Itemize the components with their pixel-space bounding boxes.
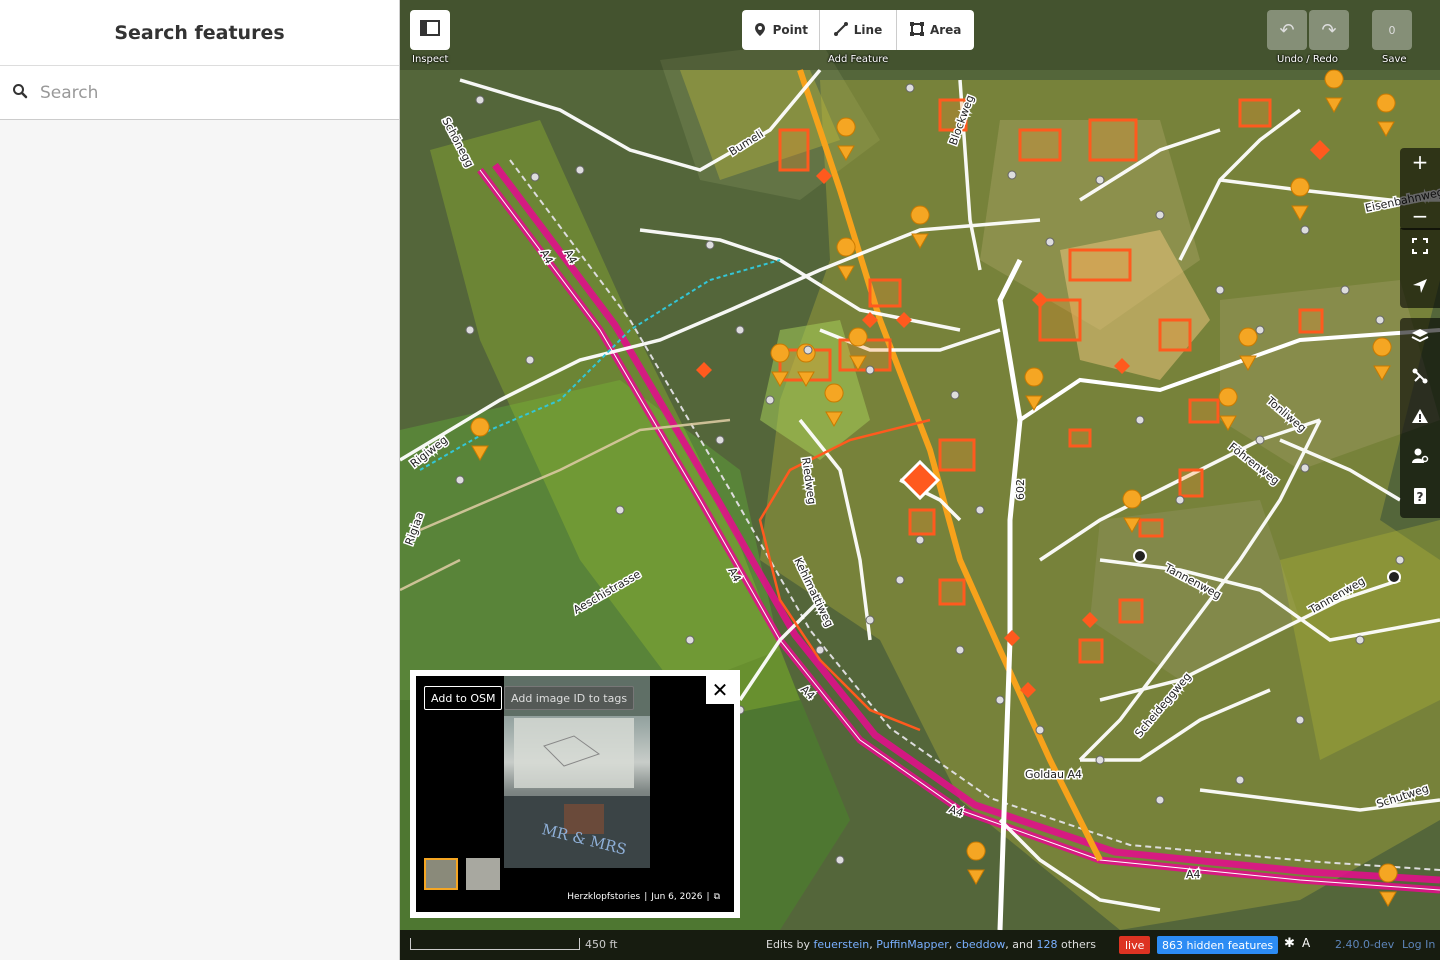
sidebar-toggle-icon <box>420 20 440 40</box>
issues-panel-button[interactable] <box>1400 398 1440 438</box>
version-link[interactable]: 2.40.0-dev <box>1335 938 1394 951</box>
photo-thumbnail[interactable] <box>466 858 500 890</box>
save-count: 0 <box>1388 23 1396 37</box>
attribution: Edits by feuerstein, PuffinMapper, cbedd… <box>766 938 1097 951</box>
user-gear-icon <box>1411 447 1429 469</box>
point-icon <box>753 22 767 39</box>
sidebar-title: Search features <box>114 21 285 44</box>
others-text: others <box>1061 938 1097 951</box>
line-icon <box>833 21 848 39</box>
background-panel-button[interactable] <box>1400 318 1440 358</box>
zoom-in-icon[interactable]: + <box>1412 150 1429 174</box>
add-feature-group: Point Line Area <box>742 10 974 50</box>
hidden-features-badge[interactable]: 863 hidden features <box>1157 936 1279 954</box>
others-count-link[interactable]: 128 <box>1037 938 1058 951</box>
edits-prefix: Edits by <box>766 938 811 951</box>
svg-text:?: ? <box>1417 490 1424 504</box>
photo-date: Jun 6, 2026 <box>651 892 703 902</box>
inspect-button[interactable] <box>410 10 450 50</box>
photo-author[interactable]: Herzklopfstories <box>567 892 640 902</box>
preferences-panel-button[interactable] <box>1400 438 1440 478</box>
live-badge[interactable]: live <box>1119 936 1151 954</box>
scale-bar[interactable] <box>410 938 580 950</box>
photo-thumbnail-active[interactable] <box>424 858 458 890</box>
sidebar: Search features <box>0 0 400 960</box>
line-label: Line <box>853 23 883 37</box>
point-label: Point <box>772 23 809 37</box>
area-label: Area <box>929 23 962 37</box>
editor-link-2[interactable]: PuffinMapper <box>876 938 949 951</box>
add-point-button[interactable]: Point <box>742 10 820 50</box>
road-label-602: 602 <box>1014 479 1027 500</box>
photo-viewer-inner: MR & MRS Add to OSM Add image ID to tags… <box>416 676 734 912</box>
editor-link-1[interactable]: feuerstein <box>814 938 870 951</box>
external-link-icon[interactable]: ⧉ <box>714 892 720 902</box>
save-label: Save <box>1382 54 1407 65</box>
add-to-osm-button[interactable]: Add to OSM <box>424 686 503 710</box>
search-row <box>0 66 399 120</box>
warning-icon <box>1411 407 1429 429</box>
scale-label: 450 ft <box>585 938 618 951</box>
footer-bar: 450 ft Edits by feuerstein, PuffinMapper… <box>400 930 1440 960</box>
add-image-id-button[interactable]: Add image ID to tags <box>504 686 635 710</box>
add-line-button[interactable]: Line <box>820 10 898 50</box>
search-input[interactable] <box>40 82 370 103</box>
add-feature-label: Add Feature <box>828 54 889 65</box>
search-icon <box>12 83 28 103</box>
undo-redo-label: Undo / Redo <box>1277 54 1338 65</box>
zoom-to-selection-button[interactable] <box>1400 228 1440 268</box>
layers-icon <box>1411 327 1429 349</box>
login-link[interactable]: Log In <box>1402 938 1435 951</box>
area-icon <box>909 21 924 39</box>
add-area-button[interactable]: Area <box>897 10 974 50</box>
undo-icon: ↶ <box>1279 19 1295 41</box>
translate-icon[interactable]: A <box>1302 936 1310 950</box>
map-data-panel-button[interactable] <box>1400 358 1440 398</box>
road-label-a4-6: A4 <box>1186 868 1201 881</box>
zoom-out-icon[interactable]: − <box>1412 204 1429 228</box>
save-button[interactable]: 0 <box>1372 10 1412 50</box>
redo-button[interactable]: ↷ <box>1309 10 1349 50</box>
close-icon[interactable]: ✕ <box>706 676 734 704</box>
map-data-icon <box>1411 367 1429 389</box>
help-icon: ? <box>1411 487 1429 509</box>
road-label-goldau-a4: Goldau A4 <box>1025 768 1082 781</box>
sidebar-header: Search features <box>0 0 399 66</box>
redo-icon: ↷ <box>1321 19 1337 41</box>
photo-caption: Herzklopfstories | Jun 6, 2026 | ⧉ <box>567 892 720 902</box>
undo-button[interactable]: ↶ <box>1267 10 1307 50</box>
geolocate-button[interactable] <box>1400 268 1440 308</box>
zoom-controls: + − <box>1400 148 1440 230</box>
zoom-to-selection-icon <box>1411 237 1429 259</box>
geolocate-icon <box>1411 277 1429 299</box>
bug-icon[interactable]: ✱ <box>1284 936 1295 951</box>
and-text: , and <box>1005 938 1033 951</box>
photo-viewer: MR & MRS Add to OSM Add image ID to tags… <box>410 670 740 918</box>
inspect-label: Inspect <box>412 54 449 65</box>
help-panel-button[interactable]: ? <box>1400 478 1440 518</box>
editor-link-3[interactable]: cbeddow <box>956 938 1006 951</box>
